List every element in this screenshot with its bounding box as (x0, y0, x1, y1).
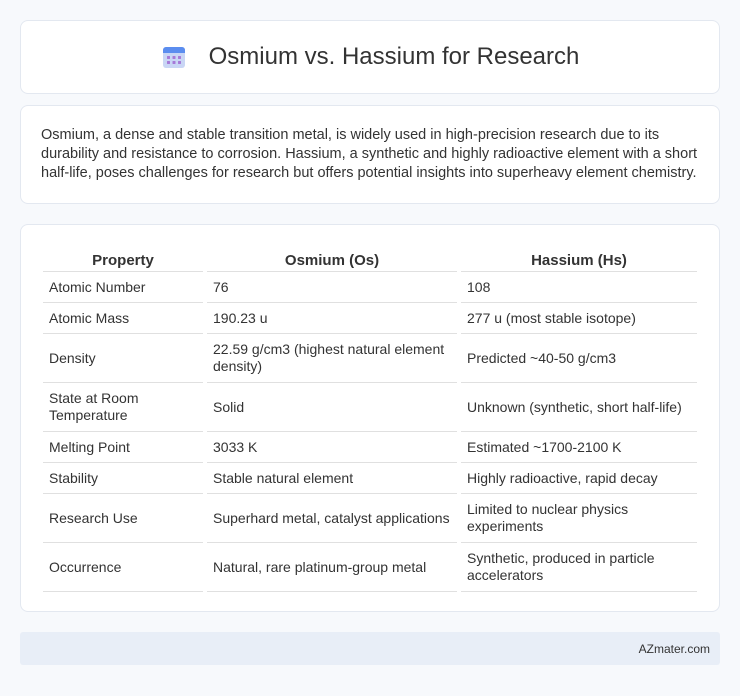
table-row: Atomic Mass 190.23 u 277 u (most stable … (43, 303, 697, 334)
calendar-icon (161, 44, 187, 70)
table-cell: Stable natural element (207, 463, 457, 494)
table-cell: Synthetic, produced in particle accelera… (461, 543, 697, 592)
table-row: Stability Stable natural element Highly … (43, 463, 697, 494)
table-cell: 108 (461, 272, 697, 303)
table-cell: Occurrence (43, 543, 203, 592)
table-cell: 76 (207, 272, 457, 303)
table-cell: Limited to nuclear physics experiments (461, 494, 697, 543)
footer-source-link[interactable]: AZmater.com (639, 642, 710, 656)
table-row: Melting Point 3033 K Estimated ~1700-210… (43, 432, 697, 463)
table-cell: Estimated ~1700-2100 K (461, 432, 697, 463)
column-header: Osmium (Os) (207, 245, 457, 272)
table-row: Atomic Number 76 108 (43, 272, 697, 303)
table-row: State at Room Temperature Solid Unknown … (43, 383, 697, 432)
table-cell: 277 u (most stable isotope) (461, 303, 697, 334)
table-cell: Superhard metal, catalyst applications (207, 494, 457, 543)
intro-text: Osmium, a dense and stable transition me… (41, 127, 698, 181)
table-cell: Natural, rare platinum-group metal (207, 543, 457, 592)
column-header: Property (43, 245, 203, 272)
table-cell: Atomic Mass (43, 303, 203, 334)
intro-card: Osmium, a dense and stable transition me… (20, 105, 720, 204)
table-cell: Research Use (43, 494, 203, 543)
comparison-card: Property Osmium (Os) Hassium (Hs) Atomic… (20, 224, 720, 612)
table-header-row: Property Osmium (Os) Hassium (Hs) (43, 245, 697, 272)
table-row: Density 22.59 g/cm3 (highest natural ele… (43, 334, 697, 383)
table-row: Occurrence Natural, rare platinum-group … (43, 543, 697, 592)
table-row: Research Use Superhard metal, catalyst a… (43, 494, 697, 543)
table-cell: Stability (43, 463, 203, 494)
footer: AZmater.com (20, 632, 720, 665)
header-card: Osmium vs. Hassium for Research (20, 20, 720, 94)
table-cell: Predicted ~40-50 g/cm3 (461, 334, 697, 383)
table-cell: 3033 K (207, 432, 457, 463)
table-cell: 22.59 g/cm3 (highest natural element den… (207, 334, 457, 383)
table-cell: State at Room Temperature (43, 383, 203, 432)
table-cell: Solid (207, 383, 457, 432)
comparison-table: Property Osmium (Os) Hassium (Hs) Atomic… (39, 245, 701, 592)
column-header: Hassium (Hs) (461, 245, 697, 272)
table-cell: 190.23 u (207, 303, 457, 334)
table-cell: Unknown (synthetic, short half-life) (461, 383, 697, 432)
table-cell: Melting Point (43, 432, 203, 463)
table-cell: Density (43, 334, 203, 383)
table-cell: Highly radioactive, rapid decay (461, 463, 697, 494)
table-cell: Atomic Number (43, 272, 203, 303)
page-title: Osmium vs. Hassium for Research (208, 43, 580, 70)
